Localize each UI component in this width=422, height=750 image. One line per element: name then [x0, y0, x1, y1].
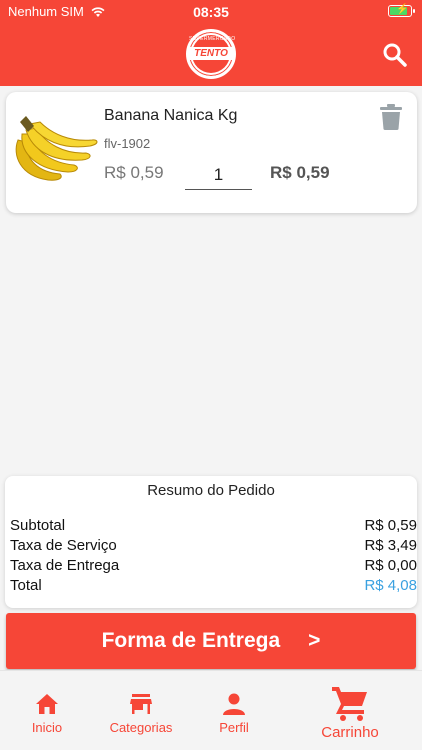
- cart-icon: [332, 687, 367, 721]
- trash-icon[interactable]: [380, 104, 402, 130]
- nav-label: Categorias: [109, 720, 173, 735]
- summary-value: R$ 0,59: [364, 517, 417, 534]
- logo-text: TENTO: [194, 48, 228, 59]
- product-unit-price: R$ 0,59: [104, 163, 164, 182]
- summary-label: Subtotal: [10, 517, 66, 534]
- banana-product-image: [15, 116, 98, 181]
- summary-row-service-fee: Taxa de Serviço R$ 3,49: [10, 537, 417, 554]
- app-header: Nenhum SIM 08:35 ⚡ SUPERMERCADO TENTO: [0, 0, 422, 86]
- product-sku: flv-1902: [104, 136, 151, 151]
- chevron-right-icon: >: [308, 629, 321, 652]
- bottom-navigation: Inicio Categorias Perfil Carrinho: [0, 670, 422, 750]
- home-icon: [36, 694, 58, 714]
- delivery-button-label: Forma de Entrega: [101, 629, 281, 652]
- store-icon: [130, 694, 152, 714]
- summary-total-value: R$ 4,08: [364, 577, 417, 594]
- product-name: Banana Nanica Kg: [104, 107, 238, 124]
- nav-item-inicio[interactable]: Inicio: [14, 671, 80, 750]
- summary-value: R$ 3,49: [364, 537, 417, 554]
- summary-value: R$ 0,00: [364, 557, 417, 574]
- search-icon[interactable]: [382, 42, 408, 68]
- summary-title: Resumo do Pedido: [147, 482, 275, 499]
- status-time: 08:35: [193, 4, 229, 20]
- nav-item-carrinho[interactable]: Carrinho: [310, 671, 390, 750]
- logo-subtext: SUPERMERCADO: [189, 36, 236, 42]
- summary-row-delivery-fee: Taxa de Entrega R$ 0,00: [10, 557, 417, 574]
- summary-row-total: Total R$ 4,08: [10, 577, 417, 594]
- status-bar: Nenhum SIM 08:35 ⚡: [0, 0, 422, 24]
- nav-item-perfil[interactable]: Perfil: [204, 671, 264, 750]
- nav-item-categorias[interactable]: Categorias: [100, 671, 182, 750]
- order-summary: Resumo do Pedido Subtotal R$ 0,59 Taxa d…: [5, 476, 417, 608]
- nav-label: Inicio: [31, 720, 63, 735]
- quantity-field[interactable]: 1: [185, 160, 252, 190]
- nav-label: Perfil: [219, 720, 249, 735]
- summary-row-subtotal: Subtotal R$ 0,59: [10, 517, 417, 534]
- cart-item-card: Banana Nanica Kg flv-1902 R$ 0,59 1 R$ 0…: [6, 92, 417, 213]
- delivery-method-button[interactable]: Forma de Entrega >: [6, 613, 416, 669]
- summary-label: Taxa de Entrega: [10, 557, 120, 574]
- summary-label: Taxa de Serviço: [10, 537, 117, 554]
- nav-label: Carrinho: [321, 724, 379, 741]
- person-icon: [223, 693, 245, 715]
- store-logo: SUPERMERCADO TENTO: [186, 29, 236, 79]
- summary-label: Total: [10, 577, 42, 594]
- battery-icon: ⚡: [388, 4, 415, 17]
- product-total-price: R$ 0,59: [270, 163, 330, 182]
